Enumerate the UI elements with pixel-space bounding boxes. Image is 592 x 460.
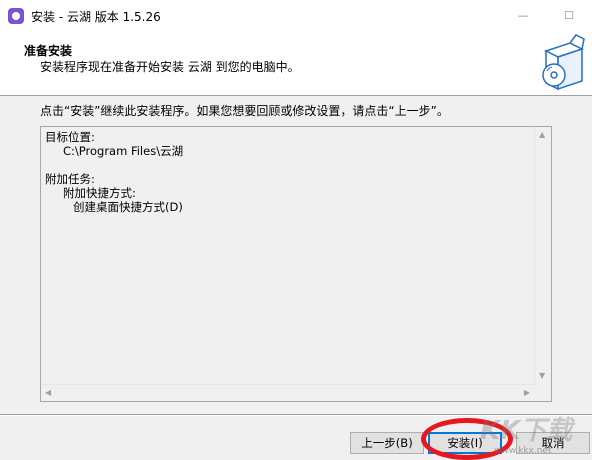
page-subtitle: 安装程序现在准备开始安装 云湖 到您的电脑中。	[40, 60, 300, 74]
scroll-right-icon[interactable]: ▶	[524, 389, 530, 397]
scroll-corner	[534, 384, 551, 401]
memo-task-item: 创建桌面快捷方式(D)	[73, 200, 183, 214]
watermark-logo-text: KK下载	[480, 416, 573, 446]
window-title: 安装 - 云湖 版本 1.5.26	[31, 10, 161, 24]
app-icon	[8, 8, 24, 24]
ready-memo[interactable]: 目标位置: C:\Program Files\云湖 附加任务: 附加快捷方式: …	[40, 126, 552, 402]
intro-text: 点击“安装”继续此安装程序。如果您想要回顾或修改设置，请点击“上一步”。	[40, 104, 449, 118]
scroll-up-icon[interactable]: ▲	[539, 131, 545, 139]
scroll-down-icon[interactable]: ▼	[539, 372, 545, 380]
memo-dest-label: 目标位置:	[45, 130, 95, 144]
back-button[interactable]: 上一步(B)	[350, 432, 424, 454]
minimize-button[interactable]: —	[500, 0, 546, 31]
maximize-icon: ☐	[564, 9, 574, 22]
setup-box-disc-icon	[542, 34, 585, 91]
watermark-url: www.kkx.net	[494, 446, 552, 456]
vertical-scrollbar[interactable]: ▲ ▼	[534, 127, 551, 384]
page-title: 准备安装	[24, 44, 73, 58]
minimize-icon: —	[517, 9, 529, 22]
memo-dest-path: C:\Program Files\云湖	[63, 144, 184, 158]
scroll-left-icon[interactable]: ◀	[45, 389, 51, 397]
memo-tasks-label: 附加任务:	[45, 172, 95, 186]
horizontal-scrollbar[interactable]: ◀ ▶	[41, 384, 534, 401]
memo-tasks-group: 附加快捷方式:	[63, 186, 136, 200]
wizard-header: 准备安装 安装程序现在准备开始安装 云湖 到您的电脑中。	[0, 31, 592, 96]
memo-content: 目标位置: C:\Program Files\云湖 附加任务: 附加快捷方式: …	[45, 130, 533, 214]
maximize-button[interactable]: ☐	[546, 0, 592, 31]
title-bar: 安装 - 云湖 版本 1.5.26 — ☐	[0, 0, 592, 31]
